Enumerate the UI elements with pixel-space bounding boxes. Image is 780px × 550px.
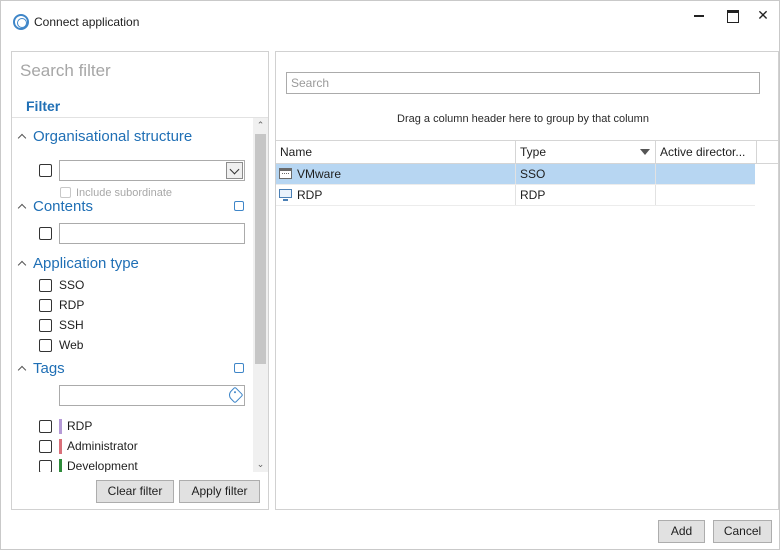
column-header-active-directory[interactable]: Active director... bbox=[656, 141, 757, 163]
cell-active-directory bbox=[656, 185, 755, 205]
collapse-caret-icon[interactable] bbox=[18, 259, 28, 269]
filter-heading: Filter bbox=[26, 98, 61, 114]
minimize-button[interactable] bbox=[684, 5, 714, 27]
contents-title: Contents bbox=[33, 198, 94, 215]
column-header-type-label: Type bbox=[520, 145, 547, 159]
tag-rdp-checkbox[interactable] bbox=[39, 420, 52, 433]
clear-filter-button[interactable]: Clear filter bbox=[96, 480, 174, 503]
connect-application-dialog: Connect application ✕ Search filter Filt… bbox=[0, 0, 780, 550]
tags-section: Tags RDP Administrator Development bbox=[12, 360, 252, 472]
type-ssh-label: SSH bbox=[59, 318, 84, 332]
grid-header: Name Type Active director... bbox=[276, 140, 778, 164]
application-grid-panel: Drag a column header here to group by th… bbox=[275, 51, 779, 510]
application-type-title: Application type bbox=[33, 255, 139, 272]
tag-icon[interactable] bbox=[226, 386, 244, 404]
filter-scroll-area: Organisational structure Include subordi… bbox=[12, 118, 252, 472]
tag-administrator-checkbox[interactable] bbox=[39, 440, 52, 453]
collapse-caret-icon[interactable] bbox=[18, 132, 28, 142]
type-rdp-label: RDP bbox=[59, 298, 85, 312]
application-type-section: Application type SSO RDP SSH Web bbox=[12, 255, 252, 355]
type-rdp-checkbox[interactable] bbox=[39, 299, 52, 312]
cell-type: RDP bbox=[516, 185, 656, 205]
cell-name: VMware bbox=[276, 164, 516, 184]
group-by-hint: Drag a column header here to group by th… bbox=[397, 113, 649, 125]
cell-name-text: RDP bbox=[297, 188, 323, 202]
contents-section: Contents bbox=[12, 198, 252, 248]
scroll-down-arrow-icon[interactable]: ⌄ bbox=[253, 457, 268, 472]
cell-name-text: VMware bbox=[297, 167, 342, 181]
contents-toggle-icon[interactable] bbox=[234, 201, 244, 211]
column-header-name[interactable]: Name bbox=[276, 141, 516, 163]
type-web-checkbox[interactable] bbox=[39, 339, 52, 352]
table-row[interactable]: VMware SSO bbox=[276, 164, 755, 185]
tag-color-bar bbox=[59, 439, 62, 454]
tags-toggle-icon[interactable] bbox=[234, 363, 244, 373]
cell-active-directory bbox=[656, 164, 755, 184]
org-structure-checkbox[interactable] bbox=[39, 164, 52, 177]
contents-textbox[interactable] bbox=[59, 223, 245, 244]
tag-color-bar bbox=[59, 459, 62, 472]
tag-development-checkbox[interactable] bbox=[39, 460, 52, 472]
type-sso-label: SSO bbox=[59, 278, 85, 292]
filter-panel: Search filter Filter Organisational stru… bbox=[11, 51, 269, 510]
tags-title: Tags bbox=[33, 360, 65, 377]
filter-scrollbar[interactable]: ⌃ ⌄ bbox=[253, 118, 268, 472]
collapse-caret-icon[interactable] bbox=[18, 202, 28, 212]
org-structure-section: Organisational structure Include subordi… bbox=[12, 128, 252, 199]
collapse-caret-icon[interactable] bbox=[18, 364, 28, 374]
type-ssh-checkbox[interactable] bbox=[39, 319, 52, 332]
org-structure-title: Organisational structure bbox=[33, 128, 193, 145]
title-bar: Connect application ✕ bbox=[1, 1, 779, 43]
application-search-input[interactable] bbox=[286, 72, 760, 94]
column-header-type[interactable]: Type bbox=[516, 141, 656, 163]
tag-administrator-label: Administrator bbox=[67, 439, 138, 453]
app-logo-icon bbox=[13, 14, 29, 30]
close-button[interactable]: ✕ bbox=[748, 5, 778, 27]
tag-development-label: Development bbox=[67, 459, 138, 472]
filter-dropdown-icon[interactable] bbox=[640, 149, 650, 155]
window-title: Connect application bbox=[34, 15, 140, 29]
monitor-icon bbox=[279, 189, 292, 201]
apply-filter-button[interactable]: Apply filter bbox=[179, 480, 260, 503]
tags-search-box[interactable] bbox=[59, 385, 245, 406]
include-subordinate-checkbox[interactable] bbox=[60, 187, 71, 198]
cell-name: RDP bbox=[276, 185, 516, 205]
type-web-label: Web bbox=[59, 338, 84, 352]
maximize-button[interactable] bbox=[717, 5, 747, 27]
add-button[interactable]: Add bbox=[658, 520, 705, 543]
scroll-thumb[interactable] bbox=[255, 134, 266, 364]
tag-rdp-label: RDP bbox=[67, 419, 93, 433]
cancel-button[interactable]: Cancel bbox=[713, 520, 772, 543]
cell-type: SSO bbox=[516, 164, 656, 184]
contents-checkbox[interactable] bbox=[39, 227, 52, 240]
tag-color-bar bbox=[59, 419, 62, 434]
chevron-down-icon[interactable] bbox=[226, 162, 243, 179]
vm-icon bbox=[279, 168, 292, 179]
org-structure-combobox[interactable] bbox=[59, 160, 245, 181]
scroll-up-arrow-icon[interactable]: ⌃ bbox=[253, 118, 268, 133]
table-row[interactable]: RDP RDP bbox=[276, 185, 755, 206]
search-filter-input[interactable]: Search filter bbox=[20, 61, 111, 81]
type-sso-checkbox[interactable] bbox=[39, 279, 52, 292]
